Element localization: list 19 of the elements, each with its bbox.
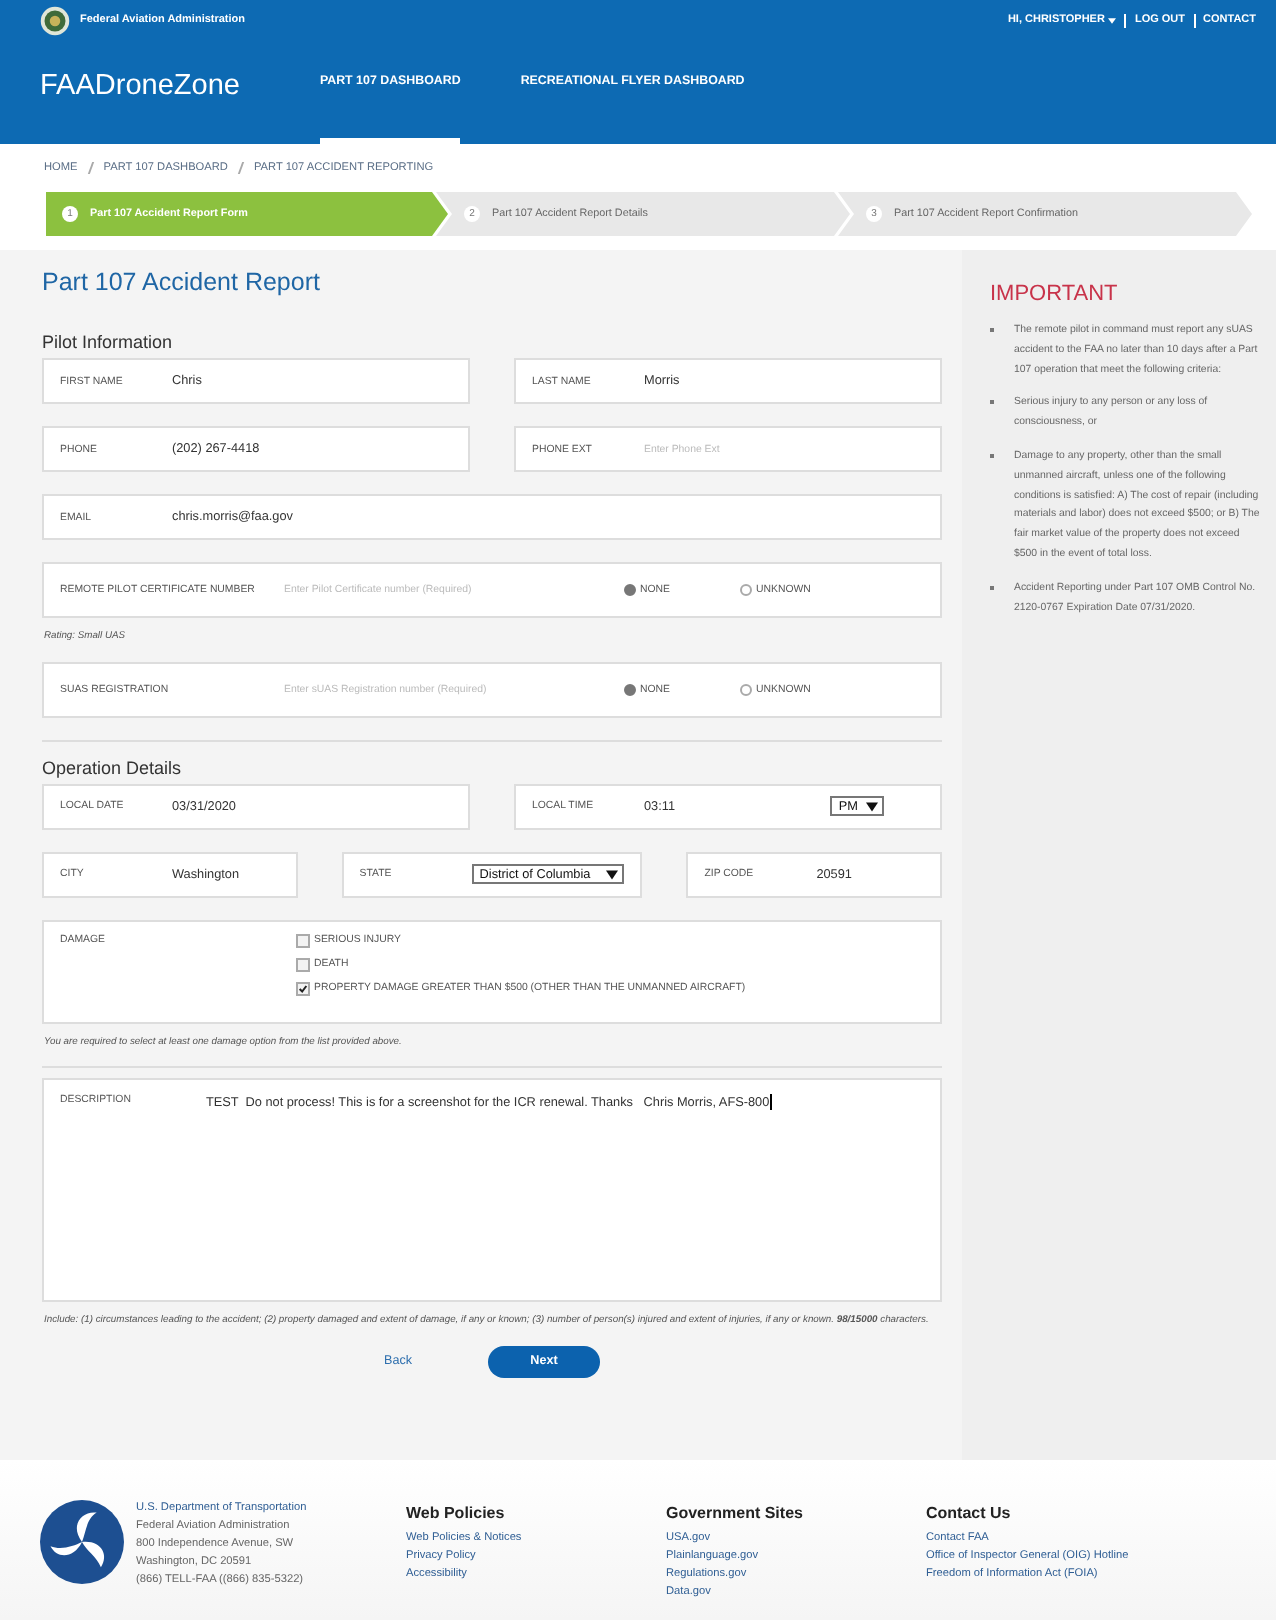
dropdown-arrow-icon: [866, 801, 878, 811]
site-logo-text[interactable]: FAADroneZone: [40, 70, 240, 102]
radio-button[interactable]: [624, 584, 636, 596]
checkbox[interactable]: [296, 933, 310, 947]
radio-button[interactable]: [740, 683, 752, 695]
footer-heading: Government Sites: [666, 1504, 805, 1522]
radio-button[interactable]: [740, 584, 752, 596]
footer-heading: Contact Us: [926, 1504, 1013, 1522]
triskelion-logo-icon: [40, 1500, 124, 1584]
seal-icon: [40, 5, 70, 35]
footer-heading: Web Policies: [406, 1504, 507, 1522]
dropdown-arrow-icon: [606, 869, 619, 879]
page-title: Part 107 Accident Report: [42, 268, 322, 296]
checkbox[interactable]: [296, 957, 310, 971]
sidebar-heading: IMPORTANT: [990, 282, 1120, 306]
radio-button[interactable]: [624, 683, 636, 695]
section-heading: Operation Details: [42, 757, 184, 777]
section-heading: Pilot Information: [42, 332, 175, 352]
checkbox[interactable]: [296, 981, 310, 995]
